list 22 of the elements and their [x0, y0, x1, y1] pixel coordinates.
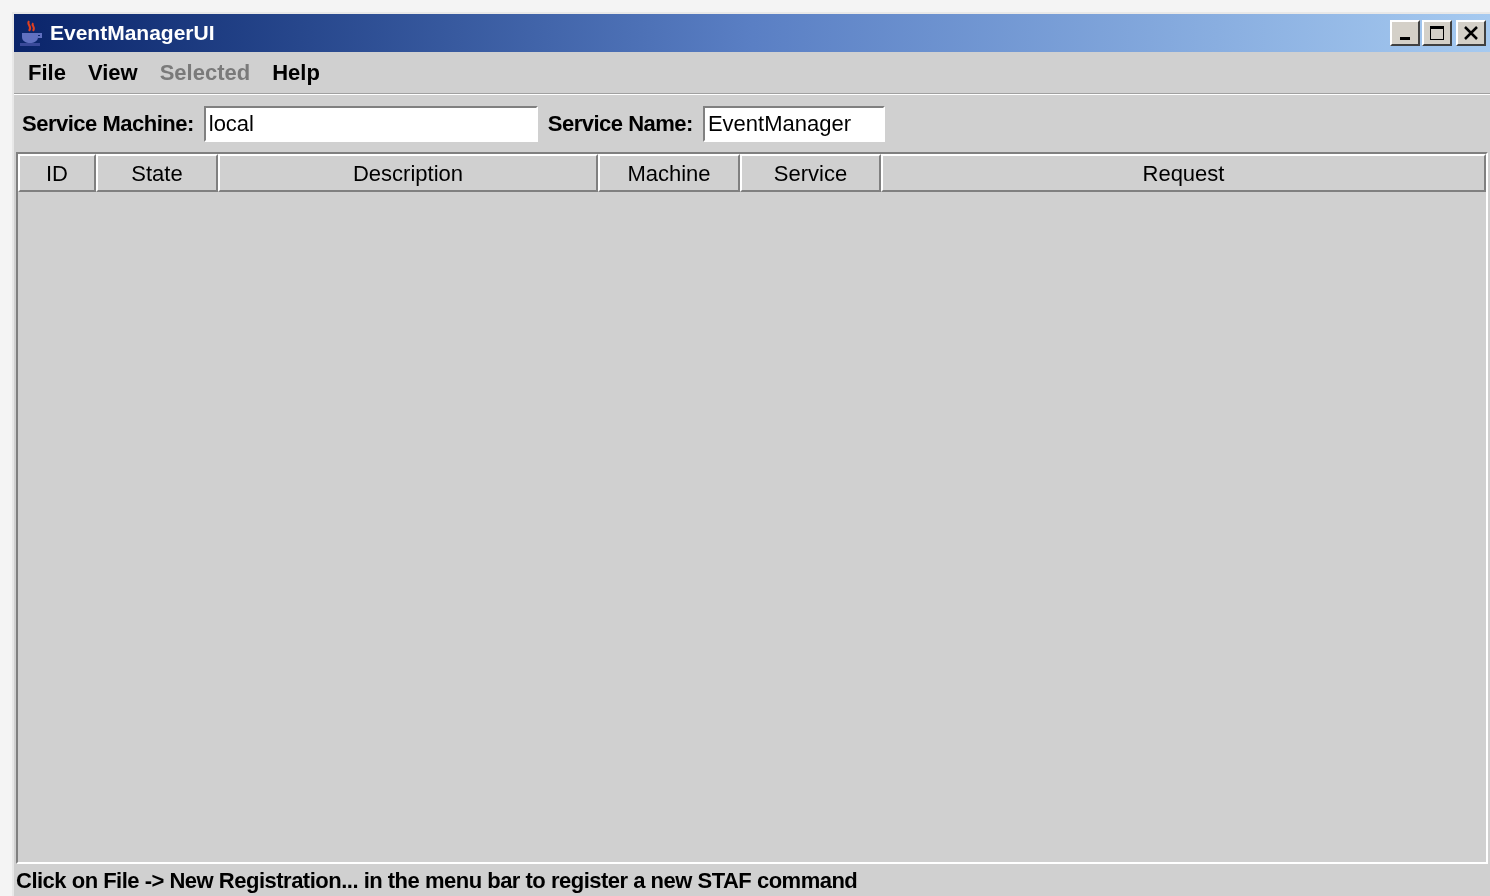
maximize-button[interactable] — [1422, 20, 1452, 46]
status-text: Click on File -> New Registration... in the menu bar to register a new STAF command — [16, 866, 858, 895]
text-field[interactable]: local — [203, 105, 538, 142]
maximize-icon — [1429, 25, 1445, 41]
column-header[interactable]: State — [96, 154, 218, 192]
close-icon — [1463, 26, 1479, 40]
menu-item[interactable]: View — [77, 56, 148, 89]
java-cup-icon — [18, 19, 44, 47]
minimize-button[interactable] — [1390, 20, 1420, 46]
column-header[interactable]: Service — [740, 154, 881, 192]
window-title: EventManagerUI — [50, 20, 215, 47]
menu-item[interactable]: Help — [262, 56, 330, 89]
field-label: Service Name: — [547, 110, 693, 138]
field-label: Service Machine: — [22, 110, 194, 138]
column-header[interactable]: Request — [881, 154, 1486, 192]
column-header[interactable]: Description — [218, 154, 598, 192]
column-header[interactable]: Machine — [598, 154, 740, 192]
minimize-icon — [1400, 36, 1410, 40]
column-header[interactable]: ID — [18, 154, 96, 192]
close-button[interactable] — [1456, 20, 1486, 46]
menu-item[interactable]: File — [18, 56, 76, 89]
text-field[interactable]: EventManager — [702, 105, 885, 142]
